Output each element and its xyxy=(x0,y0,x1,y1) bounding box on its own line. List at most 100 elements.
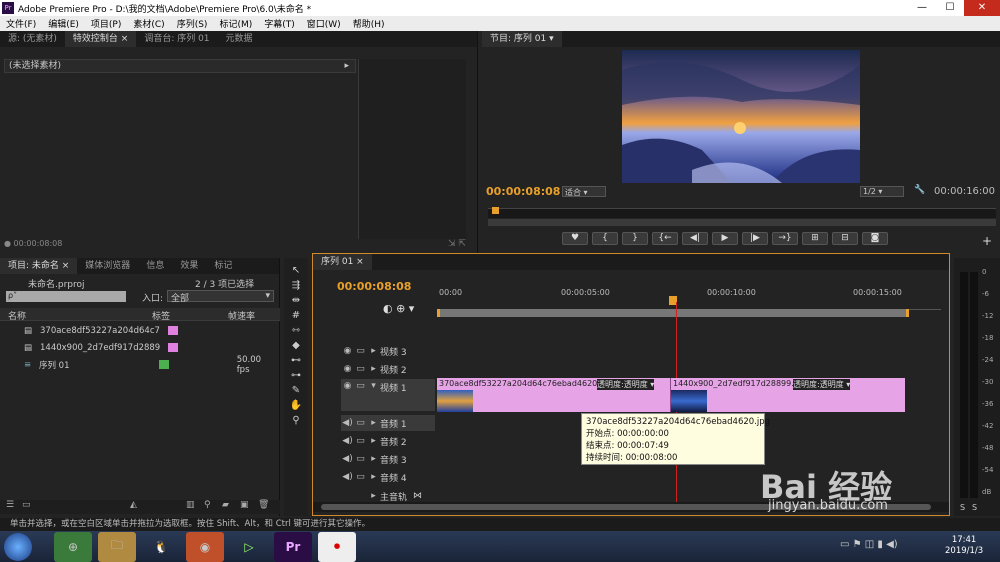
track-audio-3[interactable]: ◀) ▭ ▸ 音频 3 xyxy=(341,451,435,467)
close-button[interactable]: ✕ xyxy=(964,0,1000,16)
mark-in-button[interactable]: { xyxy=(592,232,618,245)
pen-tool-icon[interactable]: ✎ xyxy=(288,384,304,397)
tab-info[interactable]: 信息 xyxy=(138,258,172,274)
mark-out-button[interactable]: } xyxy=(622,232,648,245)
track-audio-1[interactable]: ◀) ▭ ▸ 音频 1 xyxy=(341,415,435,431)
find-icon[interactable]: ⚲ xyxy=(204,500,211,510)
column-label[interactable]: 标签 xyxy=(152,309,170,322)
clock[interactable]: 17:41 2019/1/3 xyxy=(945,535,983,557)
list-view-icon[interactable]: ☰ xyxy=(6,500,14,510)
razor-tool-icon[interactable]: ◆ xyxy=(288,339,304,352)
hand-tool-icon[interactable]: ✋ xyxy=(288,399,304,412)
taskbar-recorder-icon[interactable]: ⏺ xyxy=(318,531,356,562)
track-video-2[interactable]: ◉ ▭ ▸ 视频 2 xyxy=(341,361,435,377)
step-back-button[interactable]: ◀| xyxy=(682,232,708,245)
in-dropdown[interactable]: 全部 ▾ xyxy=(167,290,274,304)
menu-clip[interactable]: 素材(C) xyxy=(127,17,170,30)
lift-button[interactable]: ⊞ xyxy=(802,232,828,245)
expand-icon[interactable]: ▸ xyxy=(367,364,380,374)
track-video-1[interactable]: ◉ ▭ ▾ 视频 1 xyxy=(341,379,435,411)
menu-help[interactable]: 帮助(H) xyxy=(347,17,391,30)
extract-button[interactable]: ⊟ xyxy=(832,232,858,245)
expand-icon[interactable]: ▸ xyxy=(367,436,380,446)
automate-icon[interactable]: ▥ xyxy=(186,500,195,510)
solo-left-button[interactable]: S xyxy=(960,503,965,512)
clip-1[interactable]: 370ace8df53227a204d64c76ebad4620.jpg 透明度… xyxy=(437,378,671,412)
expand-icon[interactable]: ▸ xyxy=(367,472,380,482)
tab-effect-controls[interactable]: 特效控制台 × xyxy=(64,31,137,47)
taskbar-camtasia-icon[interactable]: ▷ xyxy=(230,532,268,562)
solo-right-button[interactable]: S xyxy=(972,503,977,512)
tab-source[interactable]: 源: (无素材) xyxy=(0,31,65,47)
speaker-icon[interactable]: ◀) xyxy=(341,472,354,482)
taskbar-explorer-icon[interactable]: 🗀 xyxy=(98,531,136,562)
zoom-bar[interactable] xyxy=(488,219,996,226)
lock-icon[interactable]: ▭ xyxy=(354,436,367,446)
lock-icon[interactable]: ▭ xyxy=(354,472,367,482)
expand-icon[interactable]: ▸ xyxy=(367,346,380,356)
add-button-icon[interactable]: + xyxy=(982,234,992,248)
tab-media-browser[interactable]: 媒体浏览器 xyxy=(77,258,138,274)
zoom-tool-icon[interactable]: ⚲ xyxy=(288,414,304,427)
start-button-icon[interactable] xyxy=(4,532,32,561)
track-video-3[interactable]: ◉ ▭ ▸ 视频 3 xyxy=(341,343,435,359)
menu-project[interactable]: 项目(P) xyxy=(85,17,127,30)
taskbar-app-360-icon[interactable]: ⊕ xyxy=(54,531,92,562)
menu-edit[interactable]: 编辑(E) xyxy=(42,17,85,30)
add-marker-button[interactable]: ♥ xyxy=(562,232,588,245)
expand-icon[interactable]: ▸ xyxy=(367,491,380,501)
delete-icon[interactable]: 🗑 xyxy=(258,500,269,510)
taskbar-qq-icon[interactable]: 🐧 xyxy=(142,532,180,562)
rolling-edit-tool-icon[interactable]: # xyxy=(288,309,304,322)
menu-title[interactable]: 字幕(T) xyxy=(258,17,301,30)
tab-project[interactable]: 项目: 未命名 × xyxy=(0,258,78,274)
project-item-image-2[interactable]: ▤ 1440x900_2d7edf917d2889 xyxy=(6,339,274,356)
track-select-tool-icon[interactable]: ⇶ xyxy=(288,279,304,292)
slip-tool-icon[interactable]: ⊷ xyxy=(288,354,304,367)
tab-sequence[interactable]: 序列 01 × xyxy=(313,254,372,270)
track-master[interactable]: ▸ 主音轨 ⋈ xyxy=(341,488,435,504)
tab-program[interactable]: 节目: 序列 01 ▾ xyxy=(482,31,562,47)
work-area-bar[interactable] xyxy=(437,309,909,317)
expand-icon[interactable]: ▸ xyxy=(367,454,380,464)
expand-icon[interactable]: ▸ xyxy=(367,418,380,428)
ripple-edit-tool-icon[interactable]: ⇹ xyxy=(288,294,304,307)
speaker-icon[interactable]: ◀) xyxy=(341,436,354,446)
minimize-button[interactable]: — xyxy=(908,0,936,16)
project-item-image-1[interactable]: ▤ 370ace8df53227a204d64c7 xyxy=(6,322,274,339)
export-frame-button[interactable]: ◙ xyxy=(862,232,888,245)
menu-sequence[interactable]: 序列(S) xyxy=(171,17,214,30)
expand-arrow-icon[interactable]: ▸ xyxy=(344,60,349,72)
selection-tool-icon[interactable]: ↖ xyxy=(288,264,304,277)
lock-icon[interactable]: ▭ xyxy=(354,381,367,391)
tab-markers[interactable]: 标记 xyxy=(206,258,240,274)
play-button[interactable]: ▶ xyxy=(712,232,738,245)
playhead-marker[interactable] xyxy=(492,207,499,214)
rate-stretch-tool-icon[interactable]: ⇿ xyxy=(288,324,304,337)
menu-marker[interactable]: 标记(M) xyxy=(213,17,258,30)
clip-fx-dropdown[interactable]: 透明度:透明度 ▾ xyxy=(793,379,851,390)
menu-file[interactable]: 文件(F) xyxy=(0,17,42,30)
track-audio-2[interactable]: ◀) ▭ ▸ 音频 2 xyxy=(341,433,435,449)
clip-fx-dropdown[interactable]: 透明度:透明度 ▾ xyxy=(597,379,655,390)
speaker-icon[interactable]: ◀) xyxy=(341,418,354,428)
tab-metadata[interactable]: 元数据 xyxy=(218,31,261,47)
lock-icon[interactable]: ▭ xyxy=(354,418,367,428)
slide-tool-icon[interactable]: ⊶ xyxy=(288,369,304,382)
tray-icons[interactable]: ▭ ⚑ ◫ ▮ ◀) xyxy=(840,539,898,550)
tab-audio-mixer[interactable]: 调音台: 序列 01 xyxy=(136,31,217,47)
snap-icon[interactable]: ◐ ⊕ ▾ xyxy=(383,302,414,315)
column-framerate[interactable]: 帧速率 xyxy=(228,309,255,322)
keyframe-area[interactable] xyxy=(358,59,466,239)
track-audio-4[interactable]: ◀) ▭ ▸ 音频 4 xyxy=(341,469,435,485)
eye-icon[interactable]: ◉ xyxy=(341,364,354,374)
clip-2[interactable]: 1440x900_2d7edf917d28899.jpg 透明度:透明度 ▾ xyxy=(671,378,905,412)
taskbar-firefox-icon[interactable]: ◉ xyxy=(186,531,224,562)
lock-icon[interactable]: ▭ xyxy=(354,346,367,356)
lock-icon[interactable]: ▭ xyxy=(354,454,367,464)
wrench-icon[interactable]: 🔧 xyxy=(914,185,925,195)
column-name[interactable]: 名称 xyxy=(8,309,26,322)
program-scrubber[interactable] xyxy=(488,207,996,218)
maximize-button[interactable]: ☐ xyxy=(936,0,964,16)
timeline-ruler[interactable]: 00:00 00:00:05:00 00:00:10:00 00:00:15:0… xyxy=(437,284,941,310)
